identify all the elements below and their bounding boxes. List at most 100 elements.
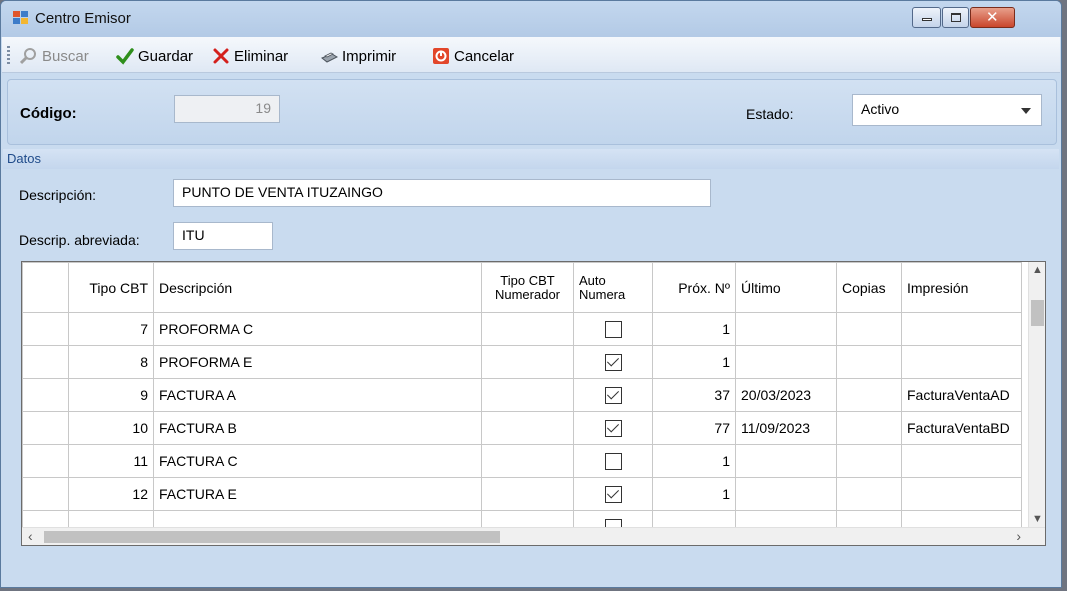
col-header-ultimo[interactable]: Último: [735, 262, 837, 313]
col-header-copias[interactable]: Copias: [836, 262, 902, 313]
codigo-field[interactable]: 19: [174, 95, 280, 123]
table-row[interactable]: 7 PROFORMA C 1: [22, 312, 1022, 346]
prox-numero-cell[interactable]: 1: [652, 345, 736, 379]
ultimo-cell[interactable]: 11/09/2023: [735, 411, 837, 445]
tipo-cbt-cell[interactable]: 12: [68, 477, 154, 511]
descrip-abreviada-field[interactable]: ITU: [173, 222, 273, 250]
auto-numera-cell[interactable]: [573, 444, 653, 478]
tipo-cbt-numerador-cell[interactable]: [481, 411, 574, 445]
auto-numera-cell[interactable]: [573, 312, 653, 346]
auto-numera-cell[interactable]: [573, 411, 653, 445]
tipo-cbt-cell[interactable]: 7: [68, 312, 154, 346]
eliminar-button[interactable]: Eliminar: [212, 45, 288, 67]
copias-cell[interactable]: [836, 378, 902, 412]
cancelar-button[interactable]: Cancelar: [432, 45, 514, 67]
prox-numero-cell[interactable]: 1: [652, 444, 736, 478]
ultimo-cell[interactable]: [735, 444, 837, 478]
tipo-cbt-numerador-cell[interactable]: [481, 444, 574, 478]
imprimir-button[interactable]: Imprimir: [320, 45, 396, 67]
auto-numera-checkbox[interactable]: [604, 353, 622, 371]
ultimo-cell[interactable]: [735, 477, 837, 511]
impresion-cell[interactable]: [901, 477, 1022, 511]
vertical-scrollbar[interactable]: ▲ ▼: [1028, 262, 1045, 527]
guardar-button[interactable]: Guardar: [116, 45, 193, 67]
ultimo-cell[interactable]: [735, 312, 837, 346]
comprobantes-grid[interactable]: Tipo CBT Descripción Tipo CBT Numerador …: [21, 261, 1046, 546]
row-header-cell[interactable]: [22, 477, 69, 511]
impresion-cell[interactable]: [901, 312, 1022, 346]
maximize-button[interactable]: [942, 7, 969, 28]
prox-numero-cell[interactable]: 1: [652, 477, 736, 511]
scroll-left-icon[interactable]: ‹: [28, 528, 33, 544]
row-header-cell[interactable]: [22, 312, 69, 346]
ultimo-cell[interactable]: [735, 345, 837, 379]
prox-numero-cell[interactable]: 1: [652, 312, 736, 346]
auto-numera-cell[interactable]: [573, 345, 653, 379]
minimize-button[interactable]: [912, 7, 941, 28]
copias-cell[interactable]: [836, 444, 902, 478]
table-row[interactable]: 11 FACTURA C 1: [22, 444, 1022, 478]
auto-numera-checkbox[interactable]: [604, 485, 622, 503]
table-row[interactable]: 9 FACTURA A 37 20/03/2023 FacturaVentaAD: [22, 378, 1022, 412]
impresion-cell[interactable]: FacturaVentaAD: [901, 378, 1022, 412]
descripcion-cell[interactable]: FACTURA A: [153, 378, 482, 412]
copias-cell[interactable]: [836, 312, 902, 346]
row-header-cell[interactable]: [22, 411, 69, 445]
buscar-button[interactable]: Buscar: [20, 45, 89, 67]
vertical-scroll-thumb[interactable]: [1031, 300, 1044, 326]
auto-numera-checkbox[interactable]: [604, 452, 622, 470]
auto-numera-checkbox[interactable]: [604, 419, 622, 437]
tipo-cbt-cell[interactable]: 10: [68, 411, 154, 445]
row-header-corner[interactable]: [22, 262, 69, 313]
col-header-tipo-cbt-numerador[interactable]: Tipo CBT Numerador: [481, 262, 574, 313]
table-row[interactable]: 10 FACTURA B 77 11/09/2023 FacturaVentaB…: [22, 411, 1022, 445]
tipo-cbt-cell[interactable]: 9: [68, 378, 154, 412]
impresion-cell[interactable]: [901, 345, 1022, 379]
auto-numera-cell[interactable]: [573, 477, 653, 511]
tipo-cbt-numerador-cell[interactable]: [481, 345, 574, 379]
scroll-right-icon[interactable]: ›: [1016, 528, 1021, 544]
tipo-cbt-numerador-cell[interactable]: [481, 378, 574, 412]
close-button[interactable]: ✕: [970, 7, 1015, 28]
horizontal-scroll-thumb[interactable]: [44, 531, 500, 543]
copias-cell[interactable]: [836, 477, 902, 511]
copias-cell[interactable]: [836, 345, 902, 379]
descripcion-cell[interactable]: PROFORMA C: [153, 312, 482, 346]
impresion-cell[interactable]: [901, 444, 1022, 478]
ultimo-cell[interactable]: 20/03/2023: [735, 378, 837, 412]
col-header-prox-numero[interactable]: Próx. Nº: [652, 262, 736, 313]
scroll-down-icon[interactable]: ▼: [1032, 513, 1043, 525]
descripcion-cell[interactable]: FACTURA E: [153, 477, 482, 511]
col-header-descripcion[interactable]: Descripción: [153, 262, 482, 313]
auto-numera-cell[interactable]: [573, 378, 653, 412]
impresion-cell[interactable]: FacturaVentaBD: [901, 411, 1022, 445]
row-header-cell[interactable]: [22, 378, 69, 412]
descripcion-field[interactable]: PUNTO DE VENTA ITUZAINGO: [173, 179, 711, 207]
auto-numera-checkbox[interactable]: [604, 386, 622, 404]
title-bar[interactable]: Centro Emisor ✕: [1, 1, 1061, 37]
tipo-cbt-numerador-cell[interactable]: [481, 312, 574, 346]
table-row[interactable]: 12 FACTURA E 1: [22, 477, 1022, 511]
horizontal-scrollbar[interactable]: ‹ ›: [22, 527, 1045, 545]
copias-cell[interactable]: [836, 411, 902, 445]
tipo-cbt-cell[interactable]: 11: [68, 444, 154, 478]
row-header-cell[interactable]: [22, 345, 69, 379]
col-header-tipo-cbt[interactable]: Tipo CBT: [68, 262, 154, 313]
estado-select[interactable]: Activo: [852, 94, 1042, 126]
scroll-up-icon[interactable]: ▲: [1032, 264, 1043, 276]
descripcion-cell[interactable]: PROFORMA E: [153, 345, 482, 379]
descripcion-cell[interactable]: FACTURA C: [153, 444, 482, 478]
table-row[interactable]: 8 PROFORMA E 1: [22, 345, 1022, 379]
auto-numera-checkbox[interactable]: [604, 320, 622, 338]
tipo-cbt-numerador-cell[interactable]: [481, 477, 574, 511]
prox-numero-cell[interactable]: 77: [652, 411, 736, 445]
col-header-auto-numera[interactable]: Auto Numera: [573, 262, 653, 313]
toolbar-grip[interactable]: [7, 46, 10, 64]
chevron-down-icon: [1021, 108, 1031, 114]
col-header-impresion[interactable]: Impresión: [901, 262, 1022, 313]
tipo-cbt-cell[interactable]: 8: [68, 345, 154, 379]
prox-numero-cell[interactable]: 37: [652, 378, 736, 412]
imprimir-label: Imprimir: [342, 47, 397, 65]
row-header-cell[interactable]: [22, 444, 69, 478]
descripcion-cell[interactable]: FACTURA B: [153, 411, 482, 445]
